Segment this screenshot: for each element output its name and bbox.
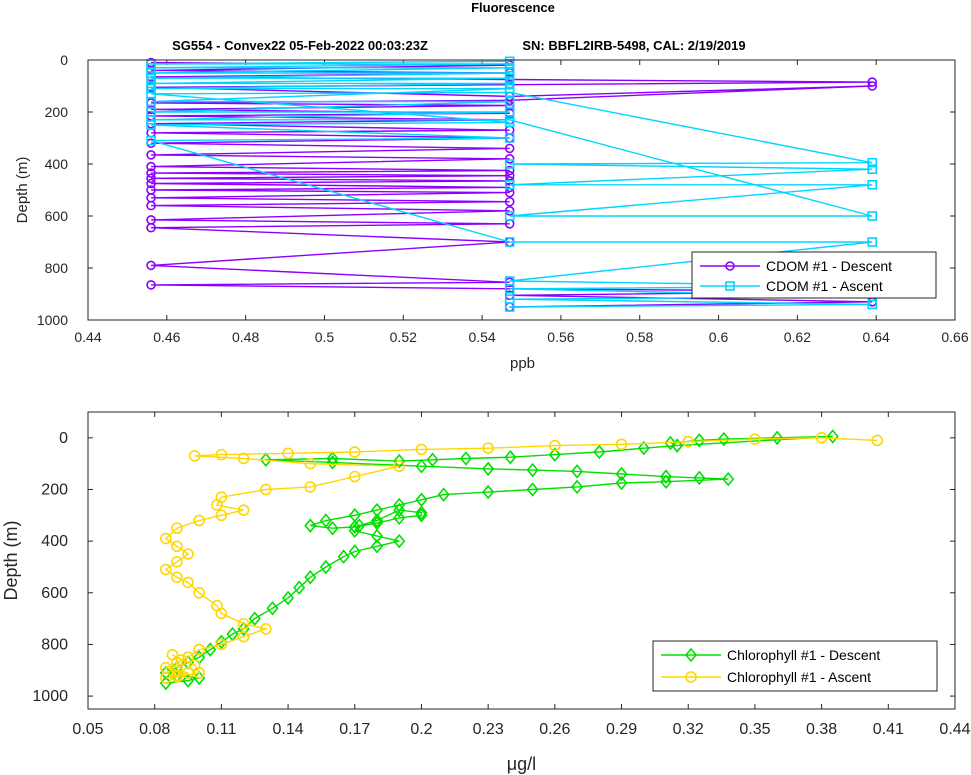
- x-tick-label: 0.05: [72, 721, 103, 738]
- x-tick-label: 0.17: [339, 721, 370, 738]
- y-tick-label: 600: [45, 208, 69, 224]
- x-tick-label: 0.23: [473, 721, 504, 738]
- x-tick-label: 0.35: [739, 721, 770, 738]
- legend: CDOM #1 - Descent CDOM #1 - Ascent: [691, 251, 937, 299]
- x-tick-label: 0.62: [784, 329, 811, 345]
- x-tick-label: 0.58: [626, 329, 653, 345]
- y-axis-label: Depth (m): [14, 157, 31, 224]
- x-tick-label: 0.41: [873, 721, 904, 738]
- cdom-axes: 0.44 0.46 0.48 0.5 0.52 0.54 0.56 0.58 0.6 0.62 0.…: [14, 52, 969, 372]
- x-axis-label: ppb: [510, 355, 535, 372]
- x-tick-label: 0.6: [709, 329, 729, 345]
- subtitle-right: SN: BBFL2IRB-5498, CAL: 2/19/2019: [522, 38, 745, 53]
- figure-title: Fluorescence: [471, 0, 555, 15]
- x-tick-label: 0.44: [939, 721, 970, 738]
- subtitle-left: SG554 - Convex22 05-Feb-2022 00:03:23Z: [172, 38, 428, 53]
- chlorophyll-axes: 0.05 0.08 0.11 0.14 0.17 0.2 0.23 0.26 0.29 0.32 0…: [1, 411, 971, 774]
- y-tick-label: 200: [41, 481, 68, 498]
- x-tick-label: 0.14: [273, 721, 304, 738]
- x-tick-label: 0.5: [315, 329, 335, 345]
- legend-entry-label: Chlorophyll #1 - Descent: [727, 647, 880, 663]
- y-tick-label: 600: [41, 585, 68, 602]
- figure-canvas: Fluorescence SG554 - Convex22 05-Feb-202…: [1, 0, 971, 774]
- y-tick-label: 800: [45, 260, 69, 276]
- y-tick-label: 1000: [37, 312, 68, 328]
- x-tick-label: 0.64: [863, 329, 890, 345]
- y-axis-label: Depth (m): [1, 520, 21, 600]
- x-tick-label: 0.38: [806, 721, 837, 738]
- legend-entry-label: CDOM #1 - Ascent: [766, 278, 883, 294]
- x-tick-label: 0.56: [547, 329, 574, 345]
- x-tick-label: 0.46: [153, 329, 180, 345]
- x-tick-label: 0.66: [941, 329, 968, 345]
- x-tick-label: 0.48: [232, 329, 259, 345]
- x-tick-label: 0.54: [468, 329, 495, 345]
- x-tick-label: 0.26: [539, 721, 570, 738]
- y-tick-label: 400: [41, 533, 68, 550]
- x-tick-label: 0.2: [410, 721, 432, 738]
- x-tick-label: 0.29: [606, 721, 637, 738]
- y-tick-label: 800: [41, 636, 68, 653]
- y-tick-label: 0: [59, 430, 68, 447]
- x-tick-label: 0.08: [139, 721, 170, 738]
- y-tick-label: 400: [45, 156, 69, 172]
- y-tick-label: 1000: [32, 688, 68, 705]
- x-axis-label: μg/l: [507, 754, 536, 774]
- legend: Chlorophyll #1 - Descent Chlorophyll #1 -…: [652, 640, 938, 692]
- y-tick-label: 200: [45, 104, 69, 120]
- x-tick-label: 0.52: [390, 329, 417, 345]
- legend-entry-label: Chlorophyll #1 - Ascent: [727, 669, 871, 685]
- x-tick-label: 0.32: [673, 721, 704, 738]
- y-tick-label: 0: [60, 52, 68, 68]
- x-tick-label: 0.11: [206, 721, 236, 738]
- x-tick-label: 0.44: [74, 329, 101, 345]
- legend-entry-label: CDOM #1 - Descent: [766, 258, 892, 274]
